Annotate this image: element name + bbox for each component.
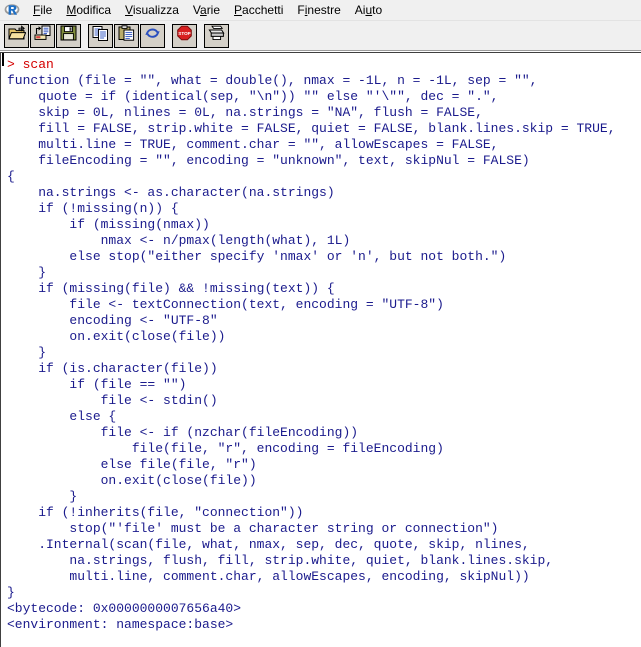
menu-item-pacchetti[interactable]: Pacchetti — [227, 2, 290, 19]
paste-icon — [118, 25, 135, 46]
open-folder-icon — [7, 25, 26, 46]
text-caret — [2, 53, 4, 66]
open-script-button[interactable] — [4, 23, 29, 48]
console-output-line: } — [7, 345, 47, 360]
menu-item-visualizza[interactable]: Visualizza — [118, 2, 186, 19]
save-workspace-button[interactable] — [56, 23, 81, 48]
stop-button[interactable]: STOP — [172, 23, 197, 48]
stop-sign-icon: STOP — [176, 25, 193, 46]
console-output-line: file <- if (nzchar(fileEncoding)) — [7, 425, 359, 440]
console-output-line: na.strings <- as.character(na.strings) — [7, 185, 335, 200]
console-pane[interactable]: > scan function (file = "", what = double… — [0, 52, 641, 647]
printer-icon — [208, 25, 225, 46]
console-output-line: multi.line = TRUE, comment.char = "", al… — [7, 137, 499, 152]
console-output-line: nmax <- n/pmax(length(what), 1L) — [7, 233, 351, 248]
console-text[interactable]: > scan function (file = "", what = double… — [1, 53, 641, 633]
load-image-icon — [34, 25, 52, 46]
console-output-line: .Internal(scan(file, what, nmax, sep, de… — [7, 537, 530, 552]
console-output-line: if (is.character(file)) — [7, 361, 218, 376]
print-button[interactable] — [204, 23, 229, 48]
menu-item-modifica[interactable]: Modifica — [59, 2, 118, 19]
copy-paste-button[interactable] — [140, 23, 165, 48]
floppy-save-icon — [60, 25, 77, 46]
console-output-line: file(file, "r", encoding = fileEncoding) — [7, 441, 444, 456]
copy-button[interactable] — [88, 23, 113, 48]
svg-text:STOP: STOP — [178, 31, 190, 36]
console-output-line: na.strings, flush, fill, strip.white, qu… — [7, 553, 554, 568]
menubar: File Modifica Visualizza Varie Pacchetti… — [0, 0, 641, 21]
console-output-line: if (file == "") — [7, 377, 187, 392]
console-output-line: quote = if (identical(sep, "\n")) "" els… — [7, 89, 499, 104]
console-output-line: encoding <- "UTF-8" — [7, 313, 218, 328]
console-output-line: fill = FALSE, strip.white = FALSE, quiet… — [7, 121, 616, 136]
console-output-line: <environment: namespace:base> — [7, 617, 234, 632]
r-gui-window: File Modifica Visualizza Varie Pacchetti… — [0, 0, 641, 647]
console-output-line: } — [7, 489, 78, 504]
console-output-line: else { — [7, 409, 117, 424]
paste-button[interactable] — [114, 23, 139, 48]
console-output-line: fileEncoding = "", encoding = "unknown",… — [7, 153, 530, 168]
console-output-line: else file(file, "r") — [7, 457, 257, 472]
menu-item-finestre[interactable]: Finestre — [290, 2, 347, 19]
console-output-line: skip = 0L, nlines = 0L, na.strings = "NA… — [7, 105, 483, 120]
console-output-line: { — [7, 169, 15, 184]
console-output-line: file <- textConnection(text, encoding = … — [7, 297, 444, 312]
console-output-line: file <- stdin() — [7, 393, 218, 408]
menu-item-varie[interactable]: Varie — [186, 2, 227, 19]
copy-icon — [92, 25, 109, 46]
console-output-line: function (file = "", what = double(), nm… — [7, 73, 538, 88]
menu-item-file[interactable]: File — [26, 2, 59, 19]
console-output-line: <bytecode: 0x0000000007656a40> — [7, 601, 242, 616]
console-prompt-line: > scan — [7, 57, 54, 72]
toolbar: STOP — [0, 21, 641, 51]
console-output-line: on.exit(close(file)) — [7, 473, 257, 488]
console-output-line: if (missing(file) && !missing(text)) { — [7, 281, 335, 296]
console-output-line: if (!missing(n)) { — [7, 201, 179, 216]
load-workspace-button[interactable] — [30, 23, 55, 48]
console-output-line: else stop("either specify 'nmax' or 'n',… — [7, 249, 507, 264]
console-output-line: multi.line, comment.char, allowEscapes, … — [7, 569, 530, 584]
console-output-line: if (missing(nmax)) — [7, 217, 210, 232]
menu-item-aiuto[interactable]: Aiuto — [348, 2, 389, 19]
console-output-line: on.exit(close(file)) — [7, 329, 226, 344]
console-output-line: stop("'file' must be a character string … — [7, 521, 499, 536]
circular-arrows-icon — [144, 25, 161, 46]
r-logo-icon — [4, 2, 20, 18]
console-output-line: } — [7, 265, 47, 280]
console-output-line: if (!inherits(file, "connection")) — [7, 505, 304, 520]
console-output-line: } — [7, 585, 15, 600]
